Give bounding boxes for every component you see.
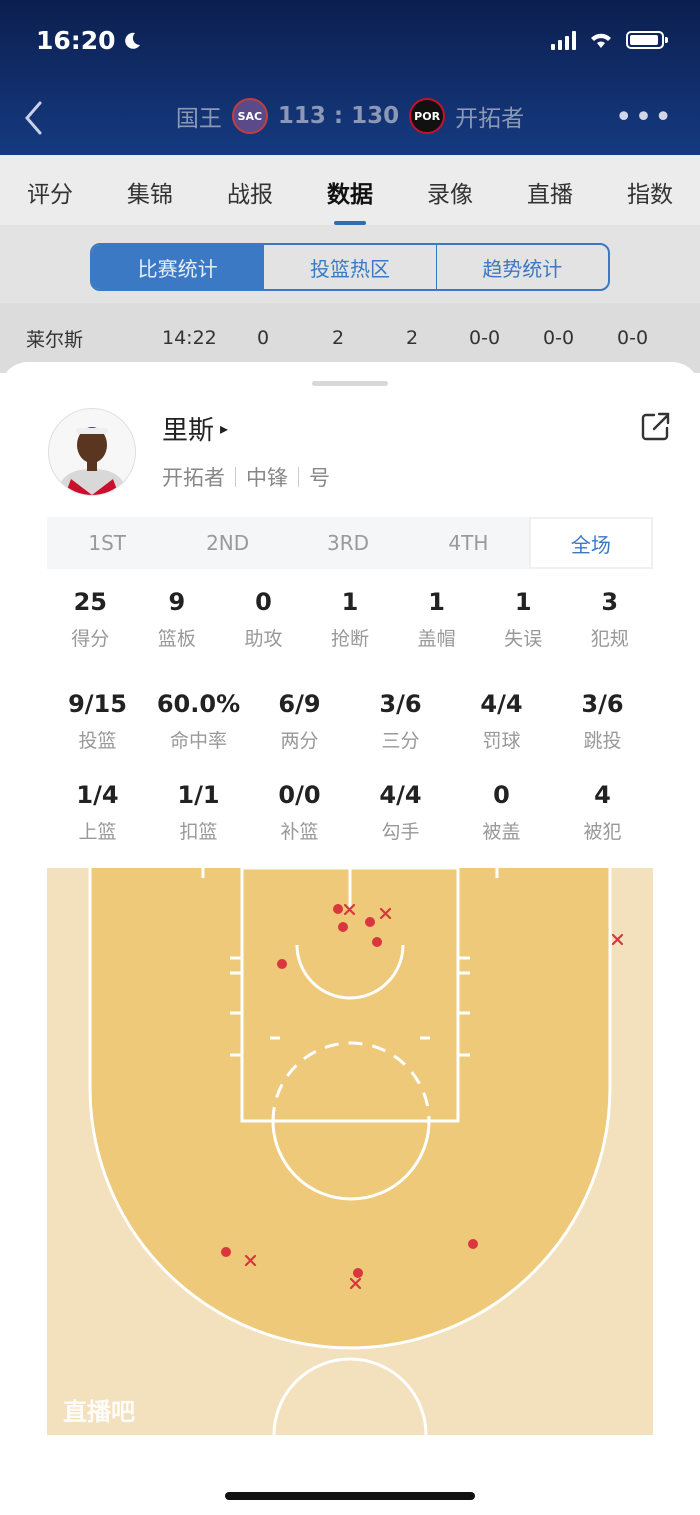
tab-report[interactable]: 战报 bbox=[227, 171, 273, 209]
divider bbox=[235, 467, 236, 487]
made-shot-marker bbox=[338, 922, 348, 932]
moon-icon bbox=[124, 32, 140, 49]
segment-trend-stats[interactable]: 趋势统计 bbox=[435, 245, 608, 289]
row-cell: 0 bbox=[257, 327, 270, 349]
quarter-2nd[interactable]: 2ND bbox=[167, 517, 287, 569]
row-cell: 2 bbox=[406, 327, 419, 349]
stat-fg-pct: 60.0% 命中率 bbox=[156, 690, 241, 752]
tab-highlights[interactable]: 集锦 bbox=[127, 171, 173, 209]
quarter-full-game[interactable]: 全场 bbox=[528, 517, 654, 569]
stats-row-shooting: 9/15 投篮 60.0% 命中率 6/9 两分 3/6 三分 4/4 罚球 3/6 跳投 bbox=[47, 688, 653, 753]
stat-steals: 1 抢断 bbox=[331, 588, 370, 650]
home-team-name: 国王 bbox=[175, 106, 222, 132]
score: 113 : 130 bbox=[277, 103, 400, 129]
player-avatar bbox=[48, 408, 136, 496]
stats-row-basic: 25 得分 9 篮板 0 助攻 1 抢断 1 盖帽 1 失误 3 犯规 bbox=[47, 586, 653, 651]
signal-icon bbox=[551, 30, 576, 50]
divider bbox=[298, 467, 299, 487]
row-cell: 0-0 bbox=[617, 327, 649, 349]
stat-fg: 9/15 投篮 bbox=[68, 690, 127, 752]
made-shot-marker bbox=[372, 937, 382, 947]
row-cell: 0-0 bbox=[543, 327, 575, 349]
caret-right-icon: ▸ bbox=[220, 419, 229, 438]
tab-data[interactable]: 数据 bbox=[327, 171, 373, 209]
more-icon[interactable]: ••• bbox=[615, 103, 674, 133]
stat-points: 25 得分 bbox=[71, 588, 110, 650]
segment-game-stats[interactable]: 比赛统计 bbox=[92, 245, 264, 289]
stat-jumpshot: 3/6 跳投 bbox=[581, 690, 624, 752]
stat-hook: 4/4 勾手 bbox=[379, 781, 422, 843]
quarter-3rd[interactable]: 3RD bbox=[288, 517, 408, 569]
row-minutes: 14:22 bbox=[162, 327, 217, 349]
made-shot-marker bbox=[333, 904, 343, 914]
row-cell: 2 bbox=[332, 327, 345, 349]
stat-3pt: 3/6 三分 bbox=[379, 690, 422, 752]
sheet-drag-handle[interactable] bbox=[312, 381, 388, 386]
quarter-1st[interactable]: 1ST bbox=[47, 517, 167, 569]
stat-fouled: 4 被犯 bbox=[583, 781, 622, 843]
made-shot-marker bbox=[468, 1239, 478, 1249]
home-indicator bbox=[225, 1492, 475, 1500]
match-score-bar: 国王 SAC 113 : 130 POR 开拓者 bbox=[0, 98, 700, 134]
tab-replay[interactable]: 录像 bbox=[427, 171, 473, 209]
shot-chart-court: 直播吧 bbox=[47, 868, 653, 1435]
segment-shot-zones[interactable]: 投篮热区 bbox=[263, 245, 435, 289]
made-shot-marker bbox=[353, 1268, 363, 1278]
player-position: 中锋 bbox=[246, 466, 288, 490]
tab-rating[interactable]: 评分 bbox=[27, 171, 73, 209]
quarter-4th[interactable]: 4TH bbox=[408, 517, 528, 569]
stat-ft: 4/4 罚球 bbox=[480, 690, 523, 752]
player-team: 开拓者 bbox=[162, 466, 225, 490]
wifi-icon bbox=[591, 33, 611, 48]
made-shot-marker bbox=[221, 1247, 231, 1257]
row-cell: 0-0 bbox=[469, 327, 501, 349]
stats-segment-control: 比赛统计 投篮热区 趋势统计 bbox=[90, 243, 610, 291]
battery-icon bbox=[626, 31, 668, 49]
tab-live[interactable]: 直播 bbox=[527, 171, 573, 209]
stat-2pt: 6/9 两分 bbox=[278, 690, 321, 752]
stat-rebounds: 9 篮板 bbox=[157, 588, 196, 650]
stat-blocks: 1 盖帽 bbox=[417, 588, 456, 650]
away-team-logo: POR bbox=[409, 98, 446, 134]
stat-putback: 0/0 补篮 bbox=[278, 781, 321, 843]
player-number: 号 bbox=[309, 466, 330, 490]
made-shot-marker bbox=[365, 917, 375, 927]
stat-turnovers: 1 失误 bbox=[504, 588, 543, 650]
tab-index[interactable]: 指数 bbox=[627, 171, 673, 209]
main-tabs: 评分 集锦 战报 数据 录像 直播 指数 bbox=[0, 155, 700, 225]
watermark-logo: 直播吧 bbox=[63, 1398, 135, 1426]
share-icon[interactable] bbox=[640, 410, 672, 442]
player-meta: 开拓者 中锋 号 bbox=[162, 462, 330, 492]
player-name[interactable]: 里斯 ▸ bbox=[162, 410, 228, 447]
quarter-selector: 1ST 2ND 3RD 4TH 全场 bbox=[47, 517, 654, 569]
row-player: 莱尔斯 bbox=[26, 328, 84, 351]
stat-dunk: 1/1 扣篮 bbox=[177, 781, 220, 843]
stats-row-shot-types: 1/4 上篮 1/1 扣篮 0/0 补篮 4/4 勾手 0 被盖 4 被犯 bbox=[47, 779, 653, 844]
stat-blocked: 0 被盖 bbox=[482, 781, 521, 843]
away-team-name: 开拓者 bbox=[455, 106, 525, 132]
stat-layup: 1/4 上篮 bbox=[76, 781, 119, 843]
stat-assists: 0 助攻 bbox=[244, 588, 283, 650]
stat-fouls: 3 犯规 bbox=[590, 588, 629, 650]
home-team-logo: SAC bbox=[231, 98, 268, 134]
made-shot-marker bbox=[277, 959, 287, 969]
status-time: 16:20 bbox=[36, 26, 142, 55]
status-icons bbox=[551, 30, 668, 50]
